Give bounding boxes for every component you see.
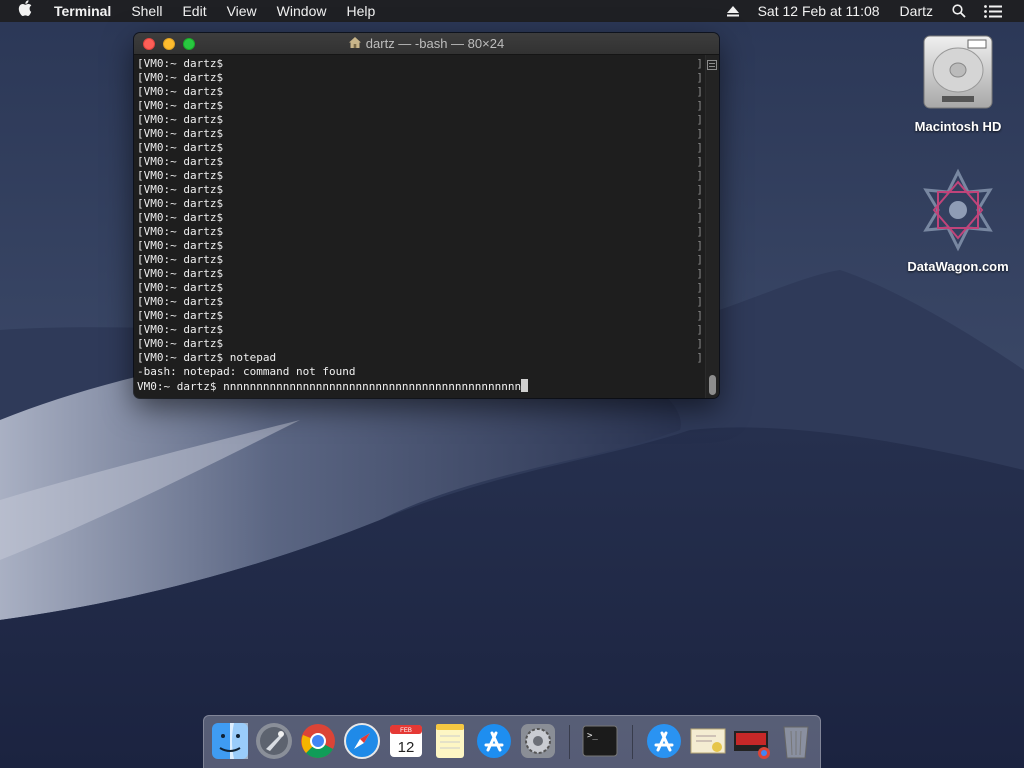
terminal-line: [VM0:~ dartz$ (137, 127, 224, 140)
terminal-line: [VM0:~ dartz$ (137, 99, 224, 112)
desktop-icon-label: DataWagon.com (907, 259, 1009, 274)
terminal-line: [VM0:~ dartz$ (137, 169, 224, 182)
launchpad-icon (254, 723, 294, 765)
window-titlebar[interactable]: dartz — -bash — 80×24 (134, 33, 719, 55)
close-window-button[interactable] (143, 38, 155, 50)
split-pane-icon[interactable] (707, 57, 717, 75)
menu-window[interactable]: Window (267, 0, 337, 22)
dock-item-launchpad[interactable] (254, 721, 294, 761)
terminal-line: [VM0:~ dartz$ (137, 323, 224, 336)
menu-user[interactable]: Dartz (890, 0, 943, 22)
terminal-prompt-text: VM0:~ dartz$ nnnnnnnnnnnnnnnnnnnnnnnnnnn… (137, 380, 522, 393)
menu-view[interactable]: View (217, 0, 267, 22)
terminal-window[interactable]: dartz — -bash — 80×24 [VM0:~ dartz$ [VM0… (134, 33, 719, 398)
apple-menu-icon[interactable] (0, 0, 46, 22)
line-marks: ]]]]]]]]]]]]]]]]]]]]]] (696, 57, 703, 364)
minimize-window-button[interactable] (163, 38, 175, 50)
terminal-line: [VM0:~ dartz$ (137, 253, 224, 266)
app-store-icon (644, 724, 684, 765)
dock-item-finder[interactable] (210, 721, 250, 761)
terminal-line: [VM0:~ dartz$ (137, 85, 224, 98)
dock-separator (569, 725, 570, 759)
dock-item-system-preferences[interactable] (518, 721, 558, 761)
dock: FEB 12 >_ (203, 715, 821, 768)
calendar-day: 12 (398, 739, 415, 756)
svg-text:>_: >_ (587, 731, 598, 741)
datawagon-icon (916, 168, 1000, 255)
calendar-icon: FEB 12 (386, 725, 426, 765)
calendar-month: FEB (400, 728, 412, 734)
menu-help[interactable]: Help (336, 0, 385, 22)
gear-icon (518, 724, 558, 765)
scrollbar[interactable] (705, 55, 719, 398)
terminal-line: [VM0:~ dartz$ (137, 211, 224, 224)
terminal-prompt-line[interactable]: VM0:~ dartz$ nnnnnnnnnnnnnnnnnnnnnnnnnnn… (137, 379, 707, 393)
dock-item-safari[interactable] (342, 721, 382, 761)
eject-icon[interactable] (718, 0, 748, 22)
chrome-icon (298, 724, 338, 765)
desktop-icon-datawagon[interactable]: DataWagon.com (903, 168, 1013, 274)
dock-item-certificate[interactable] (688, 721, 728, 761)
menu-clock[interactable]: Sat 12 Feb at 11:08 (748, 0, 890, 22)
finder-icon (210, 723, 250, 765)
terminal-output[interactable]: [VM0:~ dartz$ [VM0:~ dartz$ [VM0:~ dartz… (134, 55, 707, 398)
trash-icon (776, 726, 816, 765)
menu-edit[interactable]: Edit (172, 0, 216, 22)
scrollbar-thumb[interactable] (709, 375, 716, 395)
terminal-line: [VM0:~ dartz$ (137, 71, 224, 84)
window-title: dartz — -bash — 80×24 (365, 36, 505, 51)
dock-item-downloads[interactable] (644, 721, 684, 761)
notification-center-icon[interactable] (975, 0, 1024, 22)
certificate-icon (688, 728, 728, 765)
menu-app-terminal[interactable]: Terminal (46, 0, 121, 22)
desktop-icon-macintosh-hd[interactable]: Macintosh HD (903, 32, 1013, 134)
terminal-icon: >_ (580, 725, 620, 765)
maximize-window-button[interactable] (183, 38, 195, 50)
safari-icon (342, 723, 382, 765)
terminal-line: [VM0:~ dartz$ (137, 337, 224, 350)
hard-drive-icon (920, 35, 996, 115)
menu-bar: Terminal Shell Edit View Window Help Sat… (0, 0, 1024, 22)
terminal-line: [VM0:~ dartz$ notepad (137, 351, 277, 364)
app-store-icon (474, 724, 514, 765)
dock-item-chrome[interactable] (298, 721, 338, 761)
terminal-line: [VM0:~ dartz$ (137, 239, 224, 252)
dock-item-trash[interactable] (776, 721, 816, 761)
terminal-line: [VM0:~ dartz$ (137, 281, 224, 294)
text-cursor (521, 379, 529, 392)
chrome-app-icon (732, 731, 772, 765)
dock-item-app-store[interactable] (474, 721, 514, 761)
terminal-line: [VM0:~ dartz$ (137, 309, 224, 322)
dock-item-notes[interactable] (430, 721, 470, 761)
home-folder-icon (348, 36, 361, 51)
terminal-line: [VM0:~ dartz$ (137, 141, 224, 154)
terminal-line: [VM0:~ dartz$ (137, 267, 224, 280)
terminal-line: [VM0:~ dartz$ (137, 225, 224, 238)
dock-item-chrome-app[interactable] (732, 721, 772, 761)
dock-item-terminal[interactable]: >_ (580, 721, 620, 761)
desktop-icon-label: Macintosh HD (914, 119, 1002, 134)
terminal-line: [VM0:~ dartz$ (137, 113, 224, 126)
spotlight-search-icon[interactable] (943, 0, 975, 22)
dock-item-calendar[interactable]: FEB 12 (386, 721, 426, 761)
terminal-line: [VM0:~ dartz$ (137, 183, 224, 196)
notes-icon (430, 724, 470, 765)
menu-shell[interactable]: Shell (121, 0, 172, 22)
terminal-line: [VM0:~ dartz$ (137, 57, 224, 70)
terminal-line: [VM0:~ dartz$ (137, 155, 224, 168)
terminal-line: -bash: notepad: command not found (137, 365, 356, 378)
dock-separator (632, 725, 633, 759)
terminal-line: [VM0:~ dartz$ (137, 295, 224, 308)
terminal-line: [VM0:~ dartz$ (137, 197, 224, 210)
